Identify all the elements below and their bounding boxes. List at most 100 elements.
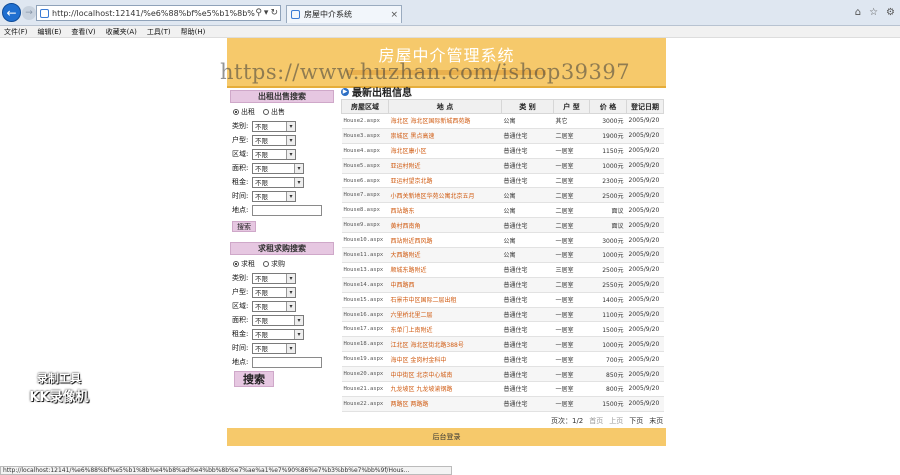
cell-date: 2005/9/20 [626, 307, 664, 323]
rent-radio[interactable]: 出租 [233, 107, 255, 117]
want-search-button[interactable]: 搜索 [234, 371, 274, 387]
close-tab-icon[interactable]: × [390, 10, 398, 20]
recorder-line2: KK录像机 [29, 390, 89, 405]
cell-location[interactable]: 东单门上南附近 [388, 321, 502, 338]
admin-login-link[interactable]: 后台登录 [433, 433, 461, 441]
menu-favorites[interactable]: 收藏夹(A) [106, 27, 137, 37]
cell-date: 2005/9/20 [626, 336, 664, 353]
field-label: 时间: [232, 344, 249, 352]
category-select[interactable]: 不限 ▾ [252, 120, 296, 132]
chevron-down-icon[interactable]: ▾ [294, 329, 303, 339]
table-row: House22.aspx 两路区 两路路 普通住宅 一居室 1500元 2005/9/20 [341, 396, 664, 412]
chevron-down-icon[interactable]: ▾ [286, 135, 295, 145]
radio-dot-icon[interactable] [233, 261, 239, 267]
menu-file[interactable]: 文件(F) [4, 27, 28, 37]
browser-tab[interactable]: 房屋中介系统 × [286, 5, 402, 23]
location-input[interactable] [252, 204, 322, 216]
arrow-circle-icon: ▶ [341, 87, 349, 96]
category-select[interactable]: 不限 ▾ [252, 272, 296, 284]
rent-select[interactable]: 不限 ▾ [252, 176, 304, 188]
chevron-down-icon[interactable]: ▾ [294, 177, 303, 187]
table-row: House20.aspx 中中街区 北京中心城南 普通住宅 一居室 850元 2005/9… [341, 366, 664, 383]
chevron-down-icon[interactable]: ▾ [286, 149, 295, 159]
cell-location[interactable]: 江北区 海北区街北路388号 [388, 336, 502, 353]
cell-location[interactable]: 崇城区 黑点高速 [388, 128, 502, 144]
cell-location[interactable]: 海中区 金岗村金科中 [388, 351, 502, 368]
cell-location[interactable]: 亚运村附近 [388, 158, 502, 174]
want-search-title: 求租求购搜索 [230, 242, 334, 255]
radio-dot-icon[interactable] [263, 109, 269, 115]
forward-arrow-icon[interactable]: → [22, 6, 36, 20]
table-row: House9.aspx 黄村西南角 普通住宅 二居室 面议 2005/9/20 [341, 217, 664, 234]
layout-select[interactable]: 不限 ▾ [252, 286, 296, 298]
cell-location[interactable]: 西站附近西风路 [388, 232, 502, 249]
cell-location[interactable]: 黄村西南角 [388, 217, 502, 234]
cell-location[interactable]: 顺城东路附近 [388, 262, 502, 278]
menu-view[interactable]: 查看(V) [71, 27, 95, 37]
size-select[interactable]: 不限 ▾ [252, 314, 304, 326]
radio-dot-icon[interactable] [263, 261, 269, 267]
cell-category: 普通住宅 [501, 366, 554, 383]
chevron-down-icon[interactable]: ▾ [286, 273, 295, 283]
chevron-down-icon[interactable]: ▾ [286, 301, 295, 311]
cell-location[interactable]: 石景市中区国际二层出租 [388, 292, 502, 308]
cell-location[interactable]: 中中街区 北京中心城南 [388, 366, 502, 383]
area-select[interactable]: 不限 ▾ [252, 300, 296, 312]
cell-price: 1900元 [589, 128, 627, 144]
back-arrow-icon[interactable]: ← [2, 3, 21, 22]
area-select[interactable]: 不限 ▾ [252, 148, 296, 160]
chevron-down-icon[interactable]: ▾ [294, 315, 303, 325]
menu-edit[interactable]: 编辑(E) [38, 27, 62, 37]
home-icon[interactable]: ⌂ [855, 7, 861, 18]
address-url[interactable]: http://localhost:12141/%e6%88%bf%e5%b1%8… [52, 9, 255, 18]
chevron-down-icon[interactable]: ▾ [286, 121, 295, 131]
cell-location[interactable]: 两路区 两路路 [388, 396, 502, 412]
cell-location[interactable]: 西站路东 [388, 202, 502, 219]
cell-location[interactable]: 小西关新地区华苑公寓北京五月 [388, 187, 502, 204]
refresh-icon[interactable]: ↻ [270, 8, 278, 18]
dropdown-icon[interactable]: ▾ [264, 8, 269, 18]
first-page-link[interactable]: 首页 [589, 416, 603, 426]
cell-date: 2005/9/20 [626, 292, 664, 308]
rent-select[interactable]: 不限 ▾ [252, 328, 304, 340]
last-page-link[interactable]: 末页 [649, 416, 663, 426]
header-date: 登记日期 [626, 99, 664, 114]
favorites-star-icon[interactable]: ☆ [869, 7, 878, 18]
prev-page-link[interactable]: 上页 [609, 416, 623, 426]
radio-dot-icon[interactable] [233, 109, 239, 115]
table-row: House17.aspx 东单门上南附近 普通住宅 一居室 1500元 2005/9/20 [341, 321, 664, 338]
menu-help[interactable]: 帮助(H) [181, 27, 206, 37]
cell-location[interactable]: 九龙坡区 九龙坡渝钢路 [388, 381, 502, 397]
location-input[interactable] [252, 356, 322, 368]
cell-location[interactable]: 大西路附近 [388, 247, 502, 263]
time-select[interactable]: 不限 ▾ [252, 342, 296, 354]
cell-location[interactable]: 六里桥北里二层 [388, 307, 502, 323]
chevron-down-icon[interactable]: ▾ [286, 343, 295, 353]
address-bar[interactable]: http://localhost:12141/%e6%88%bf%e5%b1%8… [36, 5, 281, 21]
size-select[interactable]: 不限 ▾ [252, 162, 304, 174]
chevron-down-icon[interactable]: ▾ [286, 191, 295, 201]
want-rent-radio[interactable]: 求租 [233, 259, 255, 269]
field-label: 面积: [232, 316, 249, 324]
next-page-link[interactable]: 下页 [629, 416, 643, 426]
header-location: 地 点 [388, 99, 502, 114]
chevron-down-icon[interactable]: ▾ [294, 163, 303, 173]
cell-location[interactable]: 中西路西 [388, 277, 502, 293]
want-buy-radio[interactable]: 求购 [263, 259, 285, 269]
cell-category: 公寓 [501, 247, 554, 263]
cell-price: 1500元 [589, 321, 627, 338]
settings-gear-icon[interactable]: ⚙ [886, 7, 895, 18]
cell-location[interactable]: 亚运村望京北路 [388, 173, 502, 189]
cell-date: 2005/9/20 [626, 262, 664, 278]
rent-search-button[interactable]: 搜索 [232, 221, 256, 232]
menu-tools[interactable]: 工具(T) [147, 27, 171, 37]
sale-radio[interactable]: 出售 [263, 107, 285, 117]
cell-location[interactable]: 海北区 海北区国际新城西苑路 [388, 113, 502, 129]
cell-date: 2005/9/20 [626, 396, 664, 412]
cell-region: House18.aspx [341, 336, 389, 353]
search-icon[interactable]: ⚲ [255, 8, 262, 18]
cell-location[interactable]: 海北区康小区 [388, 143, 502, 159]
time-select[interactable]: 不限 ▾ [252, 190, 296, 202]
layout-select[interactable]: 不限 ▾ [252, 134, 296, 146]
chevron-down-icon[interactable]: ▾ [286, 287, 295, 297]
